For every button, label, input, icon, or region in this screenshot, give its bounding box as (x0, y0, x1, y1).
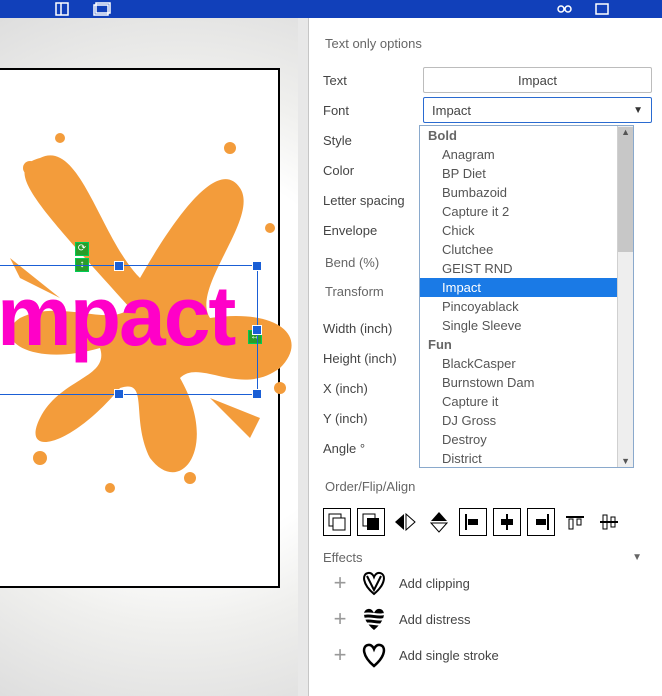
effect-label: Add clipping (399, 576, 470, 591)
font-option[interactable]: BlackCasper (420, 354, 617, 373)
font-option[interactable]: Capture it 2 (420, 202, 617, 221)
selection-box[interactable] (0, 265, 258, 395)
chevron-down-icon: ▼ (633, 105, 643, 116)
flip-horizontal-button[interactable] (391, 508, 419, 536)
font-combo-value: Impact (432, 103, 471, 118)
font-option[interactable]: District (420, 449, 617, 467)
effect-row-clipping[interactable]: + Add clipping (331, 565, 652, 601)
effect-label: Add distress (399, 612, 471, 627)
section-effects[interactable]: Effects ▼ (323, 550, 652, 565)
flip-vertical-button[interactable] (425, 508, 453, 536)
align-left-button[interactable] (459, 508, 487, 536)
heart-clip-icon (359, 569, 389, 597)
font-group-fun: Fun (420, 335, 617, 354)
order-toolbar (323, 508, 652, 536)
font-option[interactable]: Anagram (420, 145, 617, 164)
label-style: Style (323, 133, 423, 148)
effect-row-single-stroke[interactable]: + Add single stroke (331, 637, 652, 673)
chevron-down-icon: ▼ (632, 552, 642, 563)
font-option[interactable]: GEIST RND (420, 259, 617, 278)
align-middle-button[interactable] (595, 508, 623, 536)
label-height: Height (inch) (323, 351, 423, 366)
font-option[interactable]: Capture it (420, 392, 617, 411)
heart-distress-icon (359, 605, 389, 633)
effect-label: Add single stroke (399, 648, 499, 663)
label-font: Font (323, 103, 423, 118)
label-text: Text (323, 73, 423, 88)
title-bar (0, 0, 662, 18)
font-dropdown[interactable]: BoldAnagramBP DietBumbazoidCapture it 2C… (419, 125, 634, 468)
label-y: Y (inch) (323, 411, 423, 426)
scroll-down-icon[interactable]: ▼ (621, 456, 630, 466)
bring-front-button[interactable] (357, 508, 385, 536)
label-letter-spacing: Letter spacing (323, 193, 423, 208)
dropdown-scrollbar[interactable] (617, 126, 633, 467)
font-option[interactable]: Impact (420, 278, 617, 297)
font-option[interactable]: Clutchee (420, 240, 617, 259)
font-option[interactable]: Single Sleeve (420, 316, 617, 335)
font-option[interactable]: BP Diet (420, 164, 617, 183)
handle-bot-right[interactable] (252, 389, 262, 399)
toolbar-icon-right-2[interactable] (594, 2, 612, 16)
font-option[interactable]: Chick (420, 221, 617, 240)
font-option[interactable]: DJ Gross (420, 411, 617, 430)
toolbar-icon-2[interactable] (93, 2, 111, 16)
font-option[interactable]: Pincoyablack (420, 297, 617, 316)
font-option[interactable]: Destroy (420, 430, 617, 449)
font-group-bold: Bold (420, 126, 617, 145)
align-center-button[interactable] (493, 508, 521, 536)
heart-stroke-icon (359, 641, 389, 669)
scrollbar-thumb[interactable] (618, 127, 633, 252)
section-order: Order/Flip/Align (325, 479, 652, 494)
section-text-options: Text only options (325, 36, 652, 51)
text-input[interactable] (423, 67, 652, 93)
section-effects-label: Effects (323, 550, 363, 565)
label-x: X (inch) (323, 381, 423, 396)
handle-top-right[interactable] (252, 261, 262, 271)
effect-row-distress[interactable]: + Add distress (331, 601, 652, 637)
plus-icon: + (331, 606, 349, 632)
canvas-pane[interactable]: mpact ⟳ ↕ ↔ (0, 18, 308, 696)
plus-icon: + (331, 570, 349, 596)
label-color: Color (323, 163, 423, 178)
toolbar-icon-right-1[interactable] (556, 2, 574, 16)
align-right-button[interactable] (527, 508, 555, 536)
handle-top-mid[interactable] (114, 261, 124, 271)
rotate-handle-icon[interactable]: ⟳ (75, 242, 89, 256)
label-width: Width (inch) (323, 321, 423, 336)
send-back-button[interactable] (323, 508, 351, 536)
label-envelope: Envelope (323, 223, 423, 238)
label-angle: Angle ° (323, 441, 423, 456)
font-combo[interactable]: Impact ▼ (423, 97, 652, 123)
handle-mid-right[interactable] (252, 325, 262, 335)
handle-bot-mid[interactable] (114, 389, 124, 399)
scroll-up-icon[interactable]: ▲ (621, 127, 630, 137)
plus-icon: + (331, 642, 349, 668)
font-option[interactable]: Bumbazoid (420, 183, 617, 202)
toolbar-icon-1[interactable] (55, 2, 73, 16)
align-top-button[interactable] (561, 508, 589, 536)
font-option[interactable]: Burnstown Dam (420, 373, 617, 392)
properties-panel: Text only options Text Font Impact ▼ Sty… (308, 18, 662, 696)
